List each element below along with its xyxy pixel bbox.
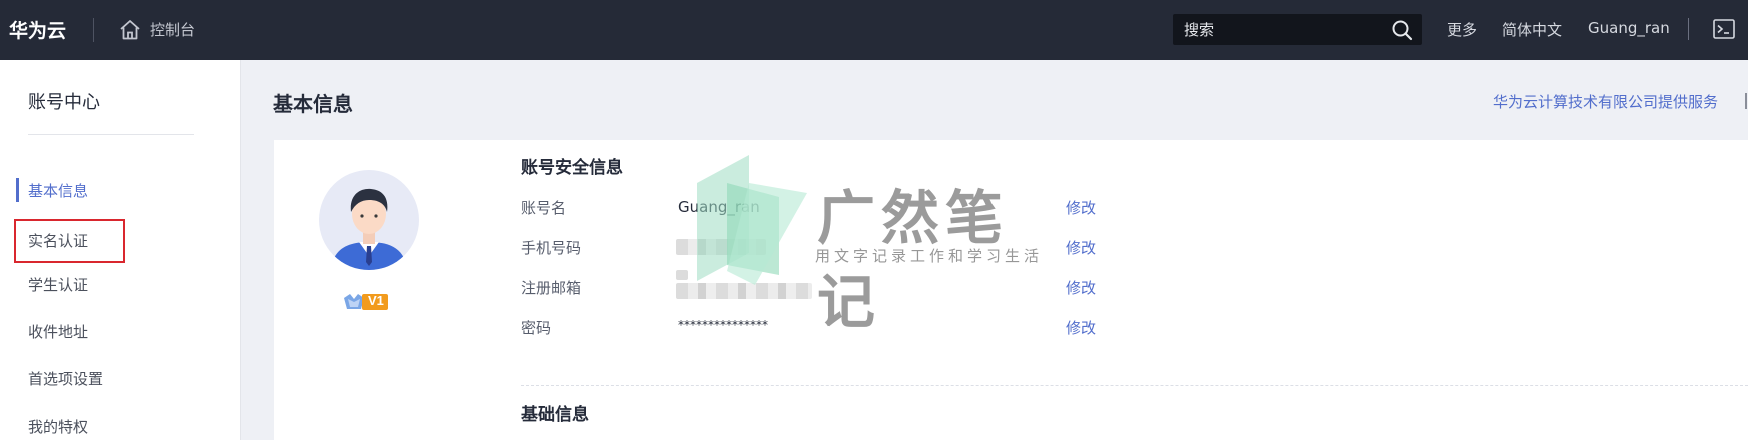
sidebar-item-label: 实名认证 bbox=[28, 232, 89, 250]
home-icon[interactable] bbox=[118, 18, 142, 42]
account-info-card: V1 账号安全信息 账号名 Guang_ran 修改 手机号码 修改 注册邮箱 … bbox=[274, 140, 1748, 440]
console-link[interactable]: 控制台 bbox=[150, 19, 195, 40]
page-title: 基本信息 bbox=[273, 92, 353, 116]
edit-account-name-link[interactable]: 修改 bbox=[1066, 197, 1096, 218]
field-value-phone-redacted bbox=[676, 239, 766, 255]
sidebar-item-real-name[interactable]: 实名认证 bbox=[0, 219, 241, 263]
search-box[interactable] bbox=[1173, 14, 1422, 45]
field-label-email: 注册邮箱 bbox=[521, 279, 582, 297]
more-menu[interactable]: 更多 bbox=[1447, 19, 1477, 40]
field-value-account-name: Guang_ran bbox=[678, 198, 760, 216]
sidebar-item-label: 收件地址 bbox=[28, 323, 89, 341]
sidebar-item-label: 首选项设置 bbox=[28, 370, 104, 388]
level-badge-icon bbox=[344, 294, 388, 310]
sidebar-item-label: 基本信息 bbox=[28, 182, 89, 200]
field-label-phone: 手机号码 bbox=[521, 239, 582, 257]
language-selector[interactable]: 简体中文 bbox=[1502, 19, 1562, 40]
sidebar-item-label: 我的特权 bbox=[28, 418, 89, 436]
search-input[interactable] bbox=[1184, 19, 1384, 41]
provider-link[interactable]: 华为云计算技术有限公司提供服务 bbox=[1493, 91, 1718, 112]
terminal-icon[interactable] bbox=[1713, 19, 1735, 39]
sidebar-title: 账号中心 bbox=[28, 92, 100, 113]
edge-mark bbox=[1745, 93, 1747, 109]
sidebar-divider bbox=[28, 134, 194, 135]
brand-separator bbox=[93, 18, 94, 42]
top-navigation-bar: 华为云 控制台 更多 简体中文 Guang_ran bbox=[0, 0, 1748, 60]
sidebar-item-address[interactable]: 收件地址 bbox=[0, 313, 241, 349]
edit-email-link[interactable]: 修改 bbox=[1066, 277, 1096, 298]
field-value-password: *************** bbox=[678, 318, 768, 332]
field-label-password: 密码 bbox=[521, 319, 552, 337]
brand-logo[interactable]: 华为云 bbox=[9, 16, 66, 43]
edit-password-link[interactable]: 修改 bbox=[1066, 317, 1096, 338]
sidebar-item-student[interactable]: 学生认证 bbox=[0, 266, 241, 302]
sidebar-item-preferences[interactable]: 首选项设置 bbox=[0, 360, 241, 396]
sidebar-item-basic-info[interactable]: 基本信息 bbox=[0, 172, 241, 208]
sidebar-item-label: 学生认证 bbox=[28, 276, 89, 294]
level-badge-text: V1 bbox=[368, 293, 384, 308]
security-section-title: 账号安全信息 bbox=[521, 158, 623, 178]
sidebar-item-privileges[interactable]: 我的特权 bbox=[0, 408, 241, 440]
field-label-account-name: 账号名 bbox=[521, 199, 567, 217]
topbar-separator bbox=[1688, 18, 1689, 40]
sidebar: 账号中心 基本信息 实名认证 学生认证 收件地址 首选项设置 我的特权 bbox=[0, 60, 241, 440]
section-divider bbox=[521, 385, 1748, 386]
basic-section-title: 基础信息 bbox=[521, 405, 589, 425]
field-value-email-redacted bbox=[676, 283, 812, 299]
search-icon[interactable] bbox=[1391, 19, 1413, 41]
user-menu[interactable]: Guang_ran bbox=[1588, 19, 1670, 37]
field-value-email-redacted-top bbox=[676, 270, 688, 280]
edit-phone-link[interactable]: 修改 bbox=[1066, 237, 1096, 258]
avatar[interactable] bbox=[319, 170, 419, 270]
